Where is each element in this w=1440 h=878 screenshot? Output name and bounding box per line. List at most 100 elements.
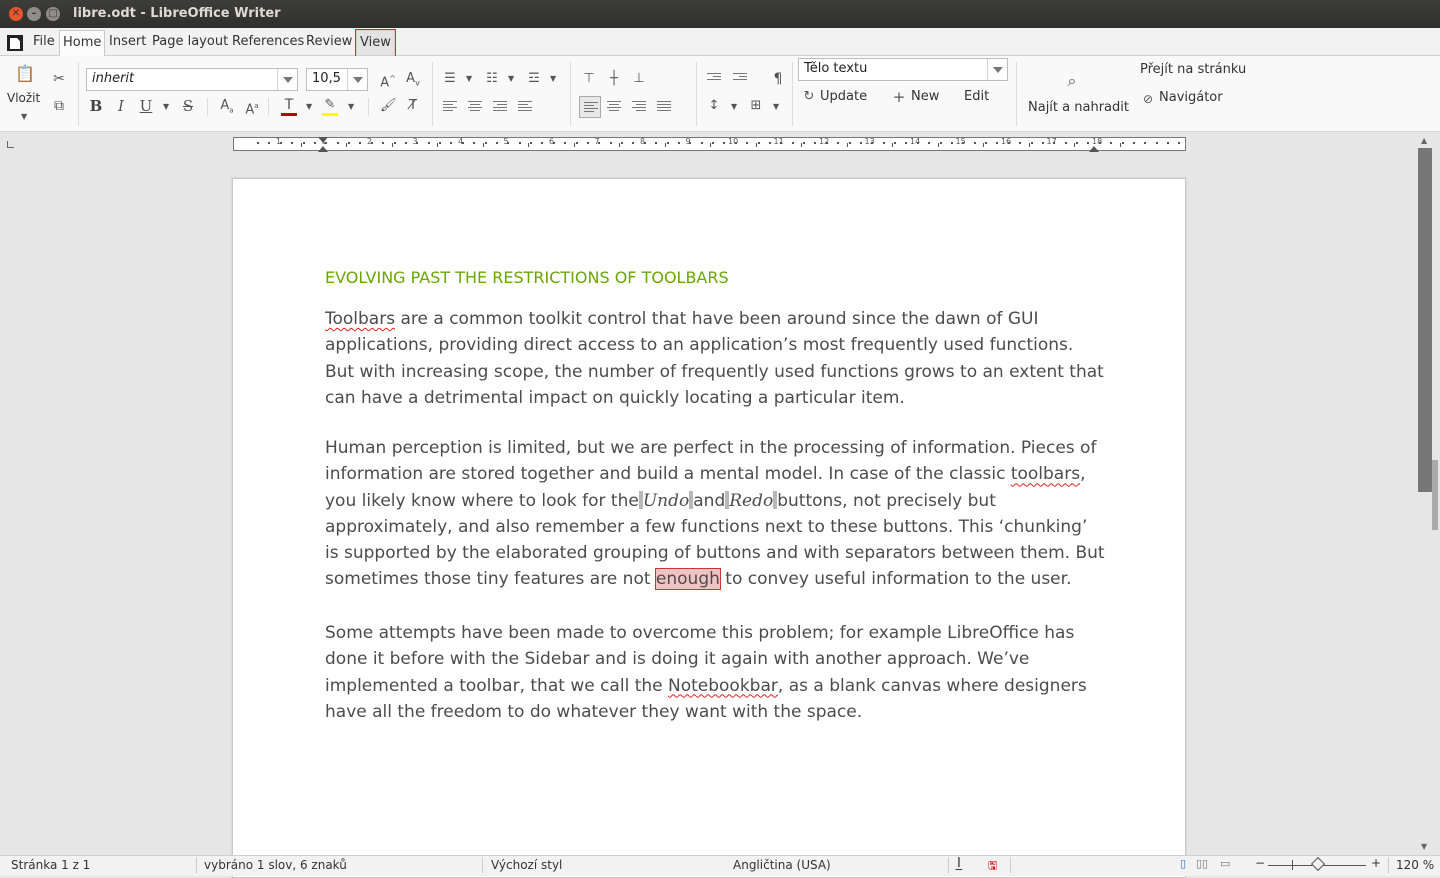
book-view-icon[interactable]: ▭ [1220,857,1230,870]
font-name-combo[interactable]: inherit [86,68,298,91]
misspelled-word[interactable]: Toolbars [325,309,395,329]
numbered-dropdown-arrow[interactable]: ▼ [508,74,514,83]
single-page-view-icon[interactable]: ▯ [1180,857,1186,870]
format-brush-icon[interactable]: 🖌 [380,98,397,114]
ruler-dot [666,142,669,144]
paste-button[interactable]: Vložit [7,91,40,105]
navigator-button[interactable]: Navigátor [1159,90,1223,105]
highlight-dropdown-arrow[interactable]: ▼ [348,102,354,111]
writer-document-icon[interactable] [7,35,23,51]
clear-formatting-icon[interactable]: T̸ [404,98,422,114]
font-color-dropdown-arrow[interactable]: ▼ [306,102,312,111]
go-to-page-button[interactable]: Přejít na stránku [1140,62,1246,77]
misspelled-word[interactable]: toolbars [1011,464,1080,484]
misspelled-word[interactable]: Notebookbar [668,676,778,696]
align-top-icon[interactable]: ⊤ [582,71,596,87]
bullet-dropdown-arrow[interactable]: ▼ [466,74,472,83]
align-left-button[interactable] [579,96,601,118]
find-and-replace-button[interactable]: Najít a nahradit [1028,100,1129,115]
indent-increase-icon[interactable] [493,101,507,113]
word-count[interactable]: vybráno 1 slov, 6 znaků [204,858,347,872]
page-count[interactable]: Stránka 1 z 1 [11,858,90,872]
tab-home[interactable]: Home [59,30,106,56]
tab-stop-icon[interactable] [7,141,14,148]
paragraph-1[interactable]: Toolbars are a common toolkit control th… [325,306,1125,411]
tab-view[interactable]: View [355,29,396,57]
underline-icon[interactable]: U [138,98,154,114]
subscript-icon[interactable]: Aa [219,98,235,119]
insert-mode-icon[interactable]: I̲ [957,856,961,871]
scrollbar-overlay-thumb[interactable] [1432,460,1438,530]
align-bottom-icon[interactable]: ⊥ [632,71,646,87]
tab-review[interactable]: Review [303,30,355,56]
paragraph-3[interactable]: Some attempts have been made to overcome… [325,620,1125,725]
italic-icon[interactable]: I [113,98,129,114]
left-indent-marker[interactable] [318,146,328,152]
justify-icon[interactable] [657,101,671,113]
outline-list-icon[interactable]: ☲ [526,71,542,87]
font-size-combo[interactable]: 10,5 [306,68,368,91]
paste-dropdown-arrow[interactable]: ▼ [21,112,27,121]
bold-icon[interactable]: B [88,98,104,114]
update-style-button[interactable]: Update [820,89,867,104]
refresh-icon[interactable]: ↻ [802,89,816,105]
close-window-button[interactable]: ✕ [9,7,23,21]
cut-icon[interactable]: ✂ [51,71,67,87]
selected-word[interactable]: enough [654,568,721,591]
align-left-disabled-icon[interactable] [443,101,457,113]
grow-font-icon[interactable]: A^ [379,71,397,91]
multi-page-view-icon[interactable]: ▯▯ [1196,857,1208,870]
paragraph-spacing-dropdown-arrow[interactable]: ▼ [773,102,779,111]
zoom-level[interactable]: 120 % [1396,858,1434,872]
plus-icon[interactable]: + [892,89,906,105]
page-style[interactable]: Výchozí styl [491,858,562,872]
maximize-window-button[interactable]: □ [46,7,60,21]
decrease-paragraph-spacing-icon[interactable] [733,73,747,85]
text-language[interactable]: Angličtina (USA) [733,858,831,872]
indent-decrease-icon[interactable] [518,101,532,113]
numbered-list-icon[interactable]: ☷ [484,71,500,87]
tab-insert[interactable]: Insert [106,30,149,56]
zoom-out-icon[interactable]: − [1255,856,1265,870]
line-spacing-icon[interactable]: ↕ [706,98,722,114]
separator [368,98,369,116]
highlight-color-icon[interactable]: ✎ [322,97,338,116]
zoom-in-icon[interactable]: + [1371,856,1381,870]
bullet-list-icon[interactable]: ☰ [442,71,458,87]
underline-dropdown-arrow[interactable]: ▼ [163,102,169,111]
pilcrow-icon[interactable]: ¶ [771,71,785,87]
strikethrough-icon[interactable]: S [180,98,196,114]
paragraph-style-combo[interactable]: Tělo textu [798,58,1008,81]
chevron-down-icon[interactable] [987,59,1007,80]
align-right-icon[interactable] [632,101,646,113]
paragraph-2[interactable]: Human perception is limited, but we are … [325,435,1125,593]
ruler-dot [825,142,828,144]
minimize-window-button[interactable]: – [27,7,41,21]
increase-paragraph-spacing-icon[interactable] [707,73,721,85]
new-style-button[interactable]: New [911,89,939,104]
font-color-icon[interactable]: T [281,97,297,116]
right-indent-marker[interactable] [1089,146,1099,152]
chevron-down-icon[interactable] [347,69,367,90]
line-spacing-dropdown-arrow[interactable]: ▼ [731,102,737,111]
scroll-down-arrow[interactable]: ▼ [1421,842,1427,851]
document-modified-icon[interactable]: 🖫 [988,857,997,876]
copy-icon[interactable]: ⧉ [51,98,67,114]
chevron-down-icon[interactable] [277,69,297,90]
shrink-font-icon[interactable]: Av [404,71,422,92]
scrollbar-thumb[interactable] [1418,148,1432,492]
outline-dropdown-arrow[interactable]: ▼ [550,74,556,83]
paragraph-spacing-icon[interactable]: ⊞ [748,98,764,114]
align-center-disabled-icon[interactable] [468,101,482,113]
edit-style-button[interactable]: Edit [964,89,989,104]
align-center-icon[interactable] [607,101,621,113]
tab-references[interactable]: References [229,30,307,56]
tab-file[interactable]: File [30,30,58,56]
scroll-up-arrow[interactable]: ▲ [1421,136,1427,145]
tab-page-layout[interactable]: Page layout [149,30,231,56]
superscript-icon[interactable]: Aa [244,98,260,118]
clipboard-icon[interactable]: 📋 [15,66,35,82]
navigator-icon[interactable]: ⊘ [1141,91,1155,107]
search-icon[interactable]: ⌕ [1063,73,1081,89]
align-middle-icon[interactable]: ┼ [607,71,621,87]
